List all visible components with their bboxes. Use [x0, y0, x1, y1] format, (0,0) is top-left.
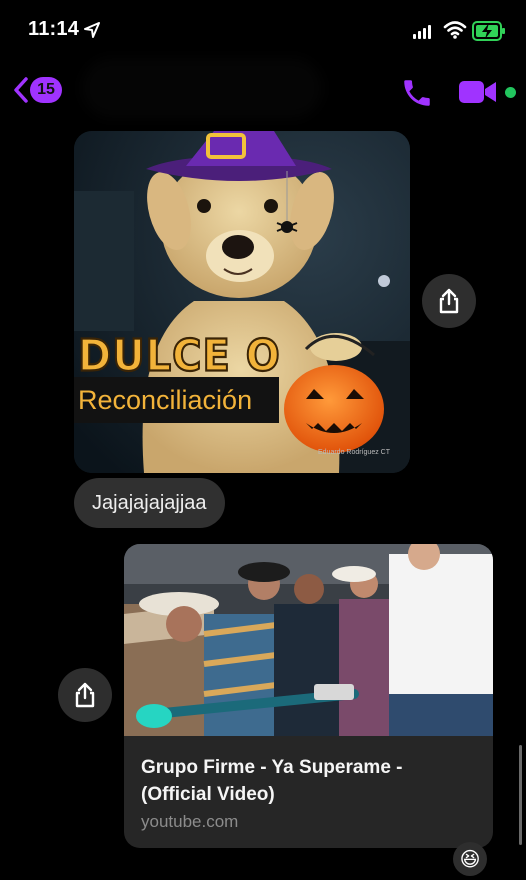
meme-watermark: Eduardo Rodríguez CT: [318, 449, 390, 456]
share-icon: [439, 288, 459, 314]
battery-charging-icon: [472, 21, 505, 41]
unread-count-badge: 15: [30, 77, 62, 103]
scrollbar[interactable]: [519, 745, 522, 845]
contact-name-redacted: [82, 58, 322, 118]
status-time: 11:14: [28, 18, 80, 40]
cellular-signal-icon: [413, 25, 431, 39]
phone-icon[interactable]: [400, 76, 434, 110]
wifi-icon: [443, 21, 467, 39]
link-preview-card[interactable]: Grupo Firme - Ya Superame - (Official Vi…: [124, 544, 493, 848]
link-title[interactable]: Grupo Firme - Ya Superame - (Official Vi…: [141, 754, 471, 808]
video-camera-icon[interactable]: [458, 78, 498, 106]
back-button[interactable]: 15: [12, 76, 62, 104]
chevron-left-icon: [14, 77, 28, 103]
share-icon: [75, 682, 95, 708]
share-button[interactable]: [58, 668, 112, 722]
meme-image[interactable]: DULCE O Reconciliación Eduardo Rodríguez…: [74, 131, 410, 473]
location-arrow-icon: [84, 22, 100, 38]
share-button[interactable]: [422, 274, 476, 328]
reaction-emoji[interactable]: 😆: [453, 842, 487, 876]
video-thumbnail: [124, 544, 493, 736]
message-bubble[interactable]: Jajajajajajjaa: [74, 478, 225, 528]
meme-caption: Reconciliación: [74, 377, 279, 423]
link-domain: youtube.com: [141, 812, 239, 831]
online-status-dot: [505, 87, 516, 98]
meme-headline: DULCE O: [77, 330, 281, 383]
